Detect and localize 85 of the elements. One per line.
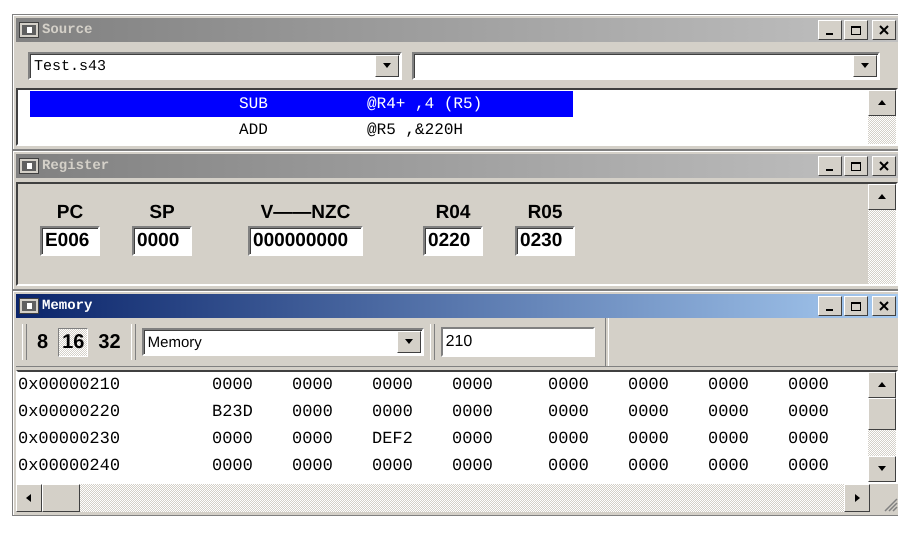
memory-word: 0000 bbox=[548, 403, 590, 422]
window-icon bbox=[19, 158, 39, 174]
vertical-scrollbar[interactable] bbox=[868, 372, 896, 482]
memory-word: B23D bbox=[212, 403, 254, 422]
word-size-button[interactable]: 32 bbox=[94, 328, 125, 356]
memory-word: 0000 bbox=[548, 376, 590, 395]
close-button[interactable] bbox=[872, 156, 896, 176]
memory-word: 0000 bbox=[292, 403, 334, 422]
register-value-field[interactable]: 000000000 bbox=[248, 226, 363, 256]
memory-word: 0000 bbox=[788, 457, 830, 476]
maximize-button[interactable] bbox=[844, 156, 868, 176]
memory-word: 0000 bbox=[452, 457, 494, 476]
close-button[interactable] bbox=[872, 296, 896, 316]
memory-address: 0x00000240 bbox=[18, 457, 122, 476]
window-title: Memory bbox=[42, 298, 94, 314]
memory-word: 0000 bbox=[708, 457, 750, 476]
close-button[interactable] bbox=[872, 20, 896, 40]
word-size-button[interactable]: 16 bbox=[58, 328, 88, 356]
window-title: Source bbox=[42, 22, 94, 38]
minimize-icon bbox=[826, 32, 832, 34]
scroll-thumb[interactable] bbox=[868, 398, 896, 430]
memory-word: 0000 bbox=[292, 376, 334, 395]
memory-word: 0000 bbox=[372, 457, 414, 476]
memory-word: 0000 bbox=[628, 403, 670, 422]
memory-word: 0000 bbox=[372, 376, 414, 395]
memory-word: 0000 bbox=[212, 376, 254, 395]
register-value-field[interactable]: 0230 bbox=[515, 226, 575, 256]
minimize-button[interactable] bbox=[818, 156, 842, 176]
close-icon bbox=[878, 25, 890, 35]
memory-word: 0000 bbox=[452, 376, 494, 395]
memory-address: 0x00000220 bbox=[18, 403, 122, 422]
word-size-button[interactable]: 8 bbox=[33, 328, 52, 356]
minimize-icon bbox=[826, 308, 832, 310]
function-dropdown[interactable] bbox=[412, 52, 880, 80]
register-value-field[interactable]: 0000 bbox=[132, 226, 192, 256]
memory-word: 0000 bbox=[372, 403, 414, 422]
memory-type-dropdown[interactable]: Memory bbox=[142, 328, 424, 356]
register-value-field[interactable]: 0220 bbox=[423, 226, 483, 256]
vertical-scrollbar[interactable] bbox=[868, 184, 896, 284]
memory-word: 0000 bbox=[212, 430, 254, 449]
memory-word: 0000 bbox=[548, 457, 590, 476]
register-label: V——NZC bbox=[260, 202, 350, 224]
memory-word: 0000 bbox=[548, 430, 590, 449]
maximize-icon bbox=[850, 301, 862, 311]
file-dropdown[interactable]: Test.s43 bbox=[28, 52, 402, 80]
memory-word: 0000 bbox=[788, 430, 830, 449]
close-icon bbox=[878, 301, 890, 311]
register-label: R05 bbox=[528, 202, 562, 224]
memory-word: 0000 bbox=[452, 430, 494, 449]
memory-word: 0000 bbox=[708, 403, 750, 422]
vertical-scrollbar[interactable] bbox=[868, 90, 896, 144]
resize-grip-icon[interactable] bbox=[870, 484, 898, 512]
register-value-field[interactable]: E006 bbox=[40, 226, 100, 256]
scroll-thumb[interactable] bbox=[42, 484, 80, 512]
memory-word: DEF2 bbox=[372, 430, 414, 449]
horizontal-scrollbar[interactable] bbox=[16, 484, 898, 512]
register-label: R04 bbox=[436, 202, 470, 224]
register-label: PC bbox=[56, 202, 84, 224]
maximize-button[interactable] bbox=[844, 20, 868, 40]
memory-word: 0000 bbox=[628, 376, 670, 395]
memory-word: 0000 bbox=[292, 430, 334, 449]
maximize-button[interactable] bbox=[844, 296, 868, 316]
memory-word: 0000 bbox=[788, 376, 830, 395]
code-line[interactable]: ADD @R5 ,&220H bbox=[30, 117, 573, 143]
memory-word: 0000 bbox=[628, 430, 670, 449]
memory-address: 0x00000230 bbox=[18, 430, 122, 449]
minimize-button[interactable] bbox=[818, 296, 842, 316]
memory-word: 0000 bbox=[788, 403, 830, 422]
minimize-button[interactable] bbox=[818, 20, 842, 40]
memory-address: 0x00000210 bbox=[18, 376, 122, 395]
memory-word: 0000 bbox=[452, 403, 494, 422]
maximize-icon bbox=[850, 25, 862, 35]
memory-word: 0000 bbox=[628, 457, 670, 476]
memory-word: 0000 bbox=[212, 457, 254, 476]
memory-word: 0000 bbox=[708, 376, 750, 395]
memory-word: 0000 bbox=[292, 457, 334, 476]
maximize-icon bbox=[850, 161, 862, 171]
window-icon bbox=[19, 298, 39, 314]
window-icon bbox=[19, 22, 39, 38]
address-field[interactable]: 210 bbox=[440, 327, 595, 357]
register-label: SP bbox=[149, 202, 175, 224]
close-icon bbox=[878, 161, 890, 171]
window-title: Register bbox=[42, 158, 110, 174]
minimize-icon bbox=[826, 168, 832, 170]
memory-word: 0000 bbox=[708, 430, 750, 449]
